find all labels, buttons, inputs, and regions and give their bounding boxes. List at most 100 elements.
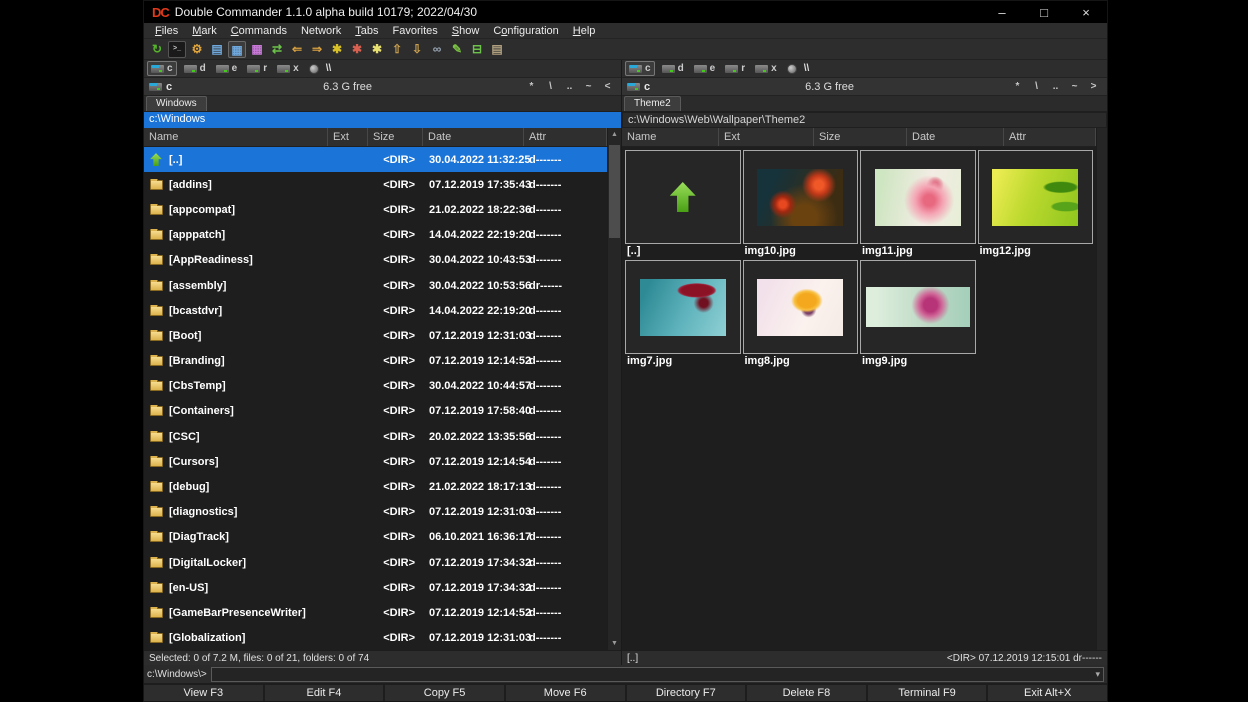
minimize-button[interactable]: –: [981, 1, 1023, 23]
network-path-label[interactable]: \\: [804, 63, 810, 74]
view-brief-icon[interactable]: ▤: [208, 41, 226, 58]
file-row[interactable]: [Branding]<DIR>07.12.2019 12:14:52d-----…: [144, 349, 607, 374]
file-row[interactable]: [diagnostics]<DIR>07.12.2019 12:31:03d--…: [144, 500, 607, 525]
thumb-cell[interactable]: img8.jpg: [743, 260, 859, 368]
thumb-cell[interactable]: img10.jpg: [743, 150, 859, 258]
column-header-date[interactable]: Date: [907, 128, 1004, 146]
extract-files-icon[interactable]: ✱: [348, 41, 366, 58]
menu-tabs[interactable]: Tabs: [348, 25, 385, 37]
terminal-icon[interactable]: >_: [168, 41, 186, 58]
thumb-cell[interactable]: img9.jpg: [860, 260, 976, 368]
nav-root-button[interactable]: \: [542, 81, 559, 92]
scroll-down-icon[interactable]: ▼: [608, 637, 621, 650]
file-row[interactable]: [apppatch]<DIR>14.04.2022 22:19:20d-----…: [144, 223, 607, 248]
scrollbar-thumb[interactable]: [609, 145, 620, 238]
drive-c-button[interactable]: c: [147, 61, 177, 76]
network-button[interactable]: [306, 61, 322, 76]
drive-e-button[interactable]: e: [691, 61, 719, 76]
thumb-cell[interactable]: [..]: [625, 150, 741, 258]
file-row[interactable]: [Cursors]<DIR>07.12.2019 12:14:54d------…: [144, 449, 607, 474]
column-header-date[interactable]: Date: [423, 128, 524, 146]
nav-parent-button[interactable]: ..: [561, 81, 578, 92]
column-header-name[interactable]: Name: [622, 128, 719, 146]
file-row[interactable]: [Containers]<DIR>07.12.2019 17:58:40d---…: [144, 399, 607, 424]
file-row[interactable]: [assembly]<DIR>30.04.2022 10:53:56dr----…: [144, 273, 607, 298]
column-header-size[interactable]: Size: [368, 128, 423, 146]
function-key-9[interactable]: Terminal F9: [868, 685, 987, 701]
view-thumbnails-icon[interactable]: ▦: [248, 41, 266, 58]
nav-star-button[interactable]: *: [523, 81, 540, 92]
archive-extract-icon[interactable]: ⇩: [408, 41, 426, 58]
chevron-down-icon[interactable]: ▾: [1095, 669, 1100, 680]
drive-r-button[interactable]: r: [722, 61, 748, 76]
function-key-3[interactable]: View F3: [144, 685, 263, 701]
file-row[interactable]: [..]<DIR>30.04.2022 11:32:25d-------: [144, 147, 607, 172]
swap-panels-icon[interactable]: ⇄: [268, 41, 286, 58]
file-row[interactable]: [Boot]<DIR>07.12.2019 12:31:03d-------: [144, 323, 607, 348]
tab-theme2[interactable]: Theme2: [624, 96, 681, 111]
menu-show[interactable]: Show: [445, 25, 487, 37]
folder-forward-icon[interactable]: ⇒: [308, 41, 326, 58]
file-row[interactable]: [en-US]<DIR>07.12.2019 17:34:32d-------: [144, 575, 607, 600]
menu-configuration[interactable]: Configuration: [486, 25, 565, 37]
drive-c-button[interactable]: c: [625, 61, 655, 76]
file-row[interactable]: [CSC]<DIR>20.02.2022 13:35:56d-------: [144, 424, 607, 449]
file-row[interactable]: [Globalization]<DIR>07.12.2019 12:31:03d…: [144, 626, 607, 650]
archive-add-icon[interactable]: ⇧: [388, 41, 406, 58]
menu-network[interactable]: Network: [294, 25, 348, 37]
network-button[interactable]: [784, 61, 800, 76]
refresh-icon[interactable]: ↻: [148, 41, 166, 58]
thumb-cell[interactable]: img11.jpg: [860, 150, 976, 258]
menu-favorites[interactable]: Favorites: [386, 25, 445, 37]
column-header-ext[interactable]: Ext: [719, 128, 814, 146]
folder-back-icon[interactable]: ⇐: [288, 41, 306, 58]
function-key-8[interactable]: Delete F8: [747, 685, 866, 701]
tab-windows[interactable]: Windows: [146, 96, 207, 111]
file-row[interactable]: [addins]<DIR>07.12.2019 17:35:43d-------: [144, 172, 607, 197]
file-row[interactable]: [bcastdvr]<DIR>14.04.2022 22:19:20d-----…: [144, 298, 607, 323]
left-scrollbar[interactable]: ▲ ▼: [607, 128, 621, 650]
column-header-attr[interactable]: Attr: [1004, 128, 1096, 146]
thumb-cell[interactable]: img7.jpg: [625, 260, 741, 368]
drive-r-button[interactable]: r: [244, 61, 270, 76]
drive-d-button[interactable]: d: [181, 61, 209, 76]
file-row[interactable]: [GameBarPresenceWriter]<DIR>07.12.2019 1…: [144, 600, 607, 625]
options-icon[interactable]: ⚙: [188, 41, 206, 58]
left-path-bar[interactable]: c:\Windows: [144, 112, 621, 128]
nav-history-button[interactable]: >: [1085, 81, 1102, 92]
function-key-7[interactable]: Directory F7: [627, 685, 746, 701]
drive-e-button[interactable]: e: [213, 61, 241, 76]
menu-commands[interactable]: Commands: [224, 25, 294, 37]
network-path-label[interactable]: \\: [326, 63, 332, 74]
column-header-name[interactable]: Name: [144, 128, 328, 146]
file-row[interactable]: [DigitalLocker]<DIR>07.12.2019 17:34:32d…: [144, 550, 607, 575]
drive-x-button[interactable]: x: [752, 61, 780, 76]
column-header-ext[interactable]: Ext: [328, 128, 368, 146]
properties-icon[interactable]: ▤: [488, 41, 506, 58]
function-key-6[interactable]: Move F6: [506, 685, 625, 701]
maximize-button[interactable]: □: [1023, 1, 1065, 23]
view-full-icon[interactable]: ▦: [228, 41, 246, 58]
test-archive-icon[interactable]: ✱: [368, 41, 386, 58]
file-row[interactable]: [debug]<DIR>21.02.2022 18:17:13d-------: [144, 474, 607, 499]
file-row[interactable]: [AppReadiness]<DIR>30.04.2022 10:43:53d-…: [144, 248, 607, 273]
function-key-5[interactable]: Copy F5: [385, 685, 504, 701]
command-input[interactable]: ▾: [211, 667, 1104, 682]
function-key-4[interactable]: Edit F4: [265, 685, 384, 701]
right-path-bar[interactable]: c:\Windows\Web\Wallpaper\Theme2: [622, 112, 1107, 128]
menu-files[interactable]: Files: [148, 25, 185, 37]
pack-files-icon[interactable]: ✱: [328, 41, 346, 58]
nav-home-button[interactable]: ~: [1066, 81, 1083, 92]
file-row[interactable]: [DiagTrack]<DIR>06.10.2021 16:36:17d----…: [144, 525, 607, 550]
nav-star-button[interactable]: *: [1009, 81, 1026, 92]
thumb-cell[interactable]: img12.jpg: [978, 150, 1094, 258]
nav-home-button[interactable]: ~: [580, 81, 597, 92]
column-header-size[interactable]: Size: [814, 128, 907, 146]
column-header-attr[interactable]: Attr: [524, 128, 607, 146]
sync-dirs-icon[interactable]: ⊟: [468, 41, 486, 58]
right-scrollbar[interactable]: [1096, 128, 1107, 650]
file-row[interactable]: [appcompat]<DIR>21.02.2022 18:22:36d----…: [144, 197, 607, 222]
drive-d-button[interactable]: d: [659, 61, 687, 76]
drive-x-button[interactable]: x: [274, 61, 302, 76]
search-icon[interactable]: ∞: [428, 41, 446, 58]
